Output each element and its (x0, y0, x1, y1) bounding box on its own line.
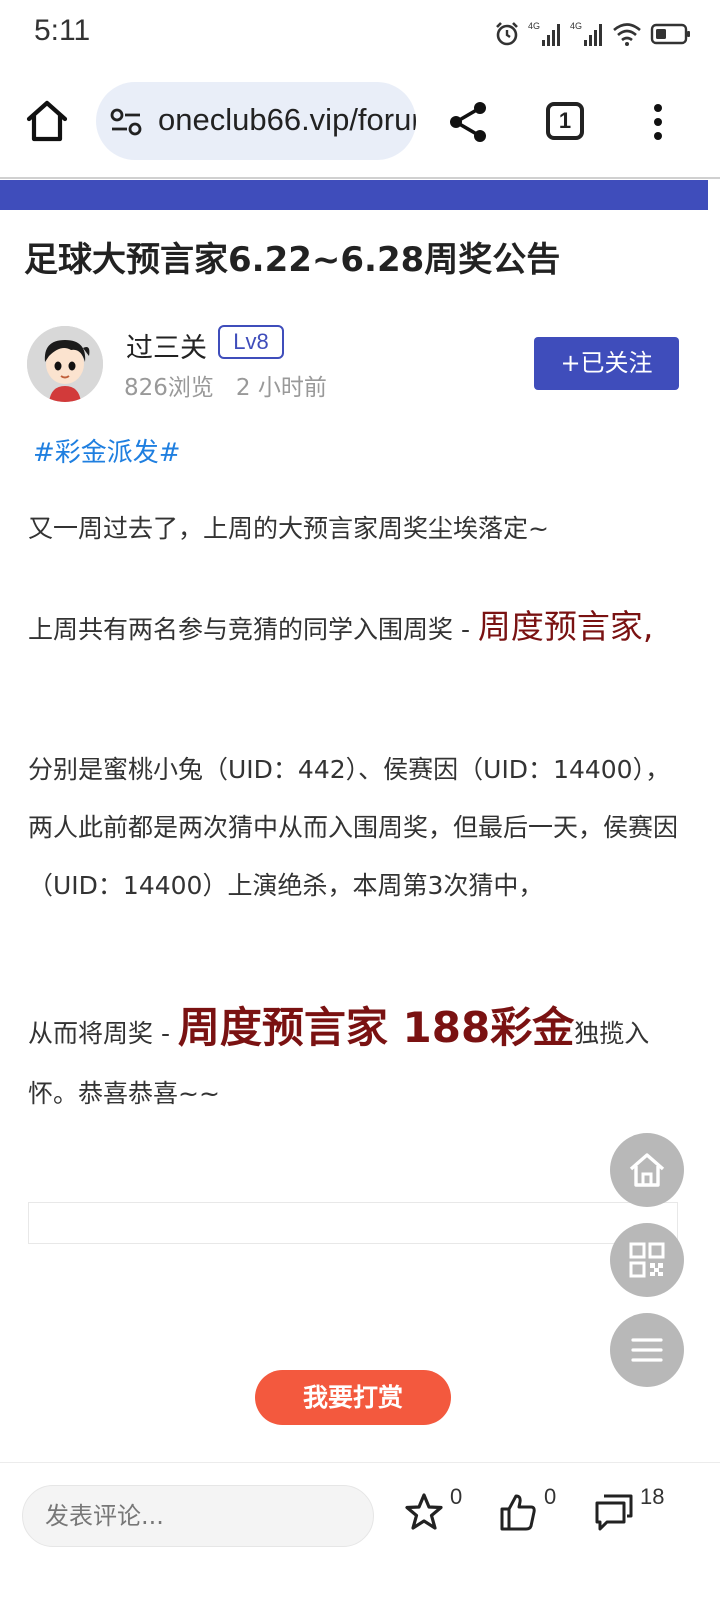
favorite-button[interactable]: 0 (404, 1484, 474, 1540)
topic-tag[interactable]: #彩金派发# (33, 432, 181, 469)
comment-count: 18 (640, 1484, 665, 1509)
wifi-icon (613, 23, 641, 46)
like-count: 0 (544, 1484, 557, 1509)
alarm-icon (496, 22, 518, 46)
browser-toolbar: oneclub66.vip/forum 1 (0, 66, 720, 178)
paragraph-1: 又一周过去了，上周的大预言家周奖尘埃落定~ (28, 514, 549, 543)
floating-qr-button[interactable] (610, 1223, 684, 1297)
bottom-bar-divider (0, 1462, 720, 1463)
level-badge: Lv8 (218, 325, 284, 359)
status-time: 5:11 (34, 14, 91, 47)
network-type-label: 4G (570, 21, 582, 31)
signal-4g-icon: 4G (528, 21, 560, 46)
status-icons: 4G 4G (494, 18, 692, 50)
battery-icon (650, 23, 690, 45)
view-count: 826浏览 (124, 375, 214, 401)
like-button[interactable]: 0 (498, 1484, 568, 1540)
status-bar: 5:11 4G 4G (0, 0, 720, 66)
comments-button[interactable]: 18 (594, 1484, 684, 1540)
home-icon[interactable] (24, 98, 70, 144)
thumbs-up-icon (500, 1494, 536, 1531)
share-icon[interactable] (448, 100, 488, 144)
address-bar[interactable]: oneclub66.vip/forum (96, 82, 416, 160)
floating-menu-button[interactable] (610, 1313, 684, 1387)
post-time: 2 小时前 (235, 375, 327, 401)
paragraph-2: 上周共有两名参与竞猜的同学入围周奖 - 周度预言家, (28, 597, 690, 660)
paragraph-4-prefix: 从而将周奖 - (28, 1019, 178, 1048)
favorite-count: 0 (450, 1484, 463, 1509)
follow-button[interactable]: +已关注 (534, 337, 679, 390)
content-placeholder-box (28, 1202, 678, 1244)
avatar-image (27, 326, 103, 402)
avatar[interactable] (27, 326, 103, 402)
network-type-label: 4G (528, 21, 540, 31)
floating-home-button[interactable] (610, 1133, 684, 1207)
signal-4g-icon: 4G (570, 21, 602, 46)
comment-icon (595, 1494, 633, 1531)
star-icon (405, 1493, 443, 1530)
author-name[interactable]: 过三关 (126, 326, 207, 365)
highlight-weekly-prophet: 周度预言家, (477, 607, 654, 646)
paragraph-4: 从而将周奖 - 周度预言家 188彩金独揽入怀。恭喜恭喜~~ (28, 998, 690, 1124)
home-icon (629, 1153, 665, 1187)
comment-input[interactable]: 发表评论... (22, 1485, 374, 1547)
menu-icon (631, 1338, 663, 1362)
author-meta: 826浏览 2 小时前 (124, 368, 327, 402)
tab-switcher-button[interactable]: 1 (546, 102, 584, 140)
more-options-icon[interactable] (650, 102, 666, 142)
url-text: oneclub66.vip/forum (158, 102, 416, 137)
highlight-prize: 周度预言家 188彩金 (177, 1003, 575, 1052)
paragraph-2-text: 上周共有两名参与竞猜的同学入围周奖 - (28, 615, 478, 644)
article-title: 足球大预言家6.22~6.28周奖公告 (24, 240, 561, 280)
reward-button[interactable]: 我要打赏 (255, 1370, 451, 1425)
site-header-band (0, 180, 708, 210)
toolbar-divider (0, 177, 720, 179)
qr-code-icon (629, 1242, 665, 1278)
paragraph-3: 分别是蜜桃小兔（UID：442）、侯赛因（UID：14400），两人此前都是两次… (28, 755, 679, 900)
site-settings-icon[interactable] (110, 107, 142, 137)
